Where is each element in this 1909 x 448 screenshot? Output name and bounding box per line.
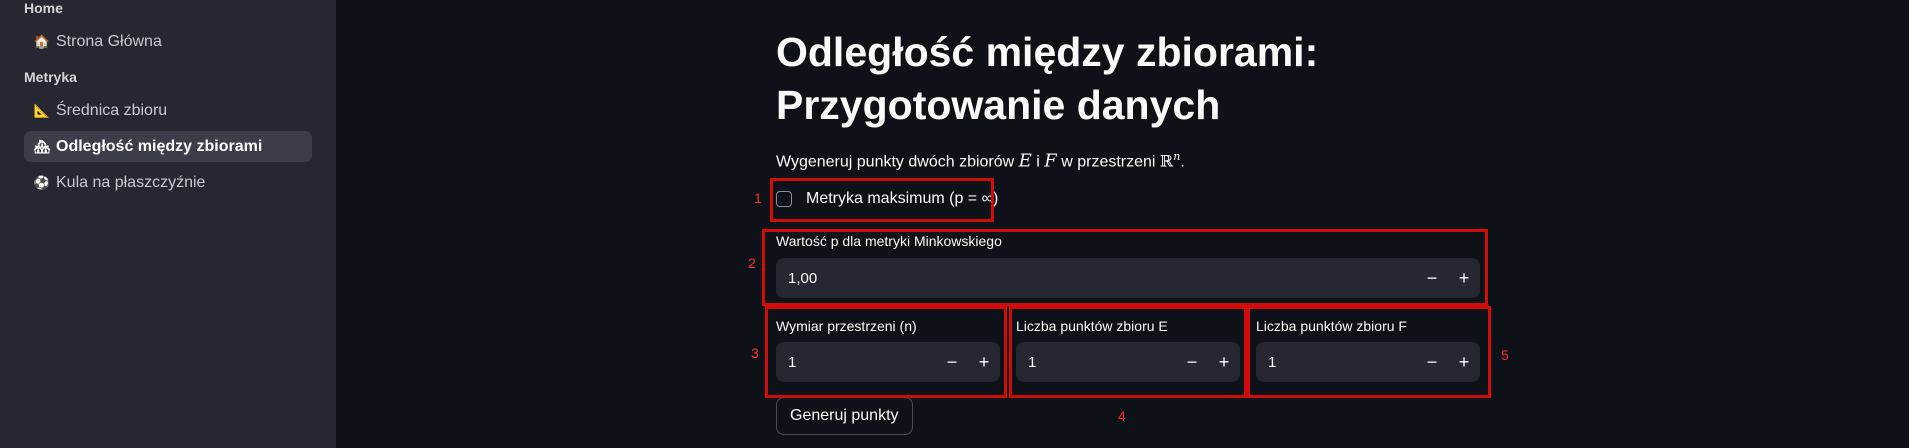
- page-title-line2: Przygotowanie danych: [776, 82, 1221, 128]
- intro-space-symbol: ℝ: [1159, 151, 1174, 171]
- page-title-line1: Odległość między zbiorami:: [776, 29, 1319, 75]
- intro-var-e: E: [1018, 150, 1032, 172]
- max-metric-checkbox-row[interactable]: Metryka maksimum (p = ∞): [776, 190, 998, 208]
- main-content: Odległość między zbiorami: Przygotowanie…: [0, 0, 1909, 448]
- intro-mid: w przestrzeni: [1061, 153, 1156, 171]
- annotation-number-3: 3: [751, 345, 759, 361]
- count-e-increment-button[interactable]: +: [1208, 342, 1240, 382]
- count-e-value[interactable]: 1: [1016, 354, 1176, 371]
- dimension-input[interactable]: 1 − +: [776, 342, 1000, 382]
- p-decrement-button[interactable]: −: [1416, 258, 1448, 298]
- max-metric-checkbox[interactable]: [776, 191, 792, 207]
- dimension-decrement-button[interactable]: −: [936, 342, 968, 382]
- count-f-value[interactable]: 1: [1256, 354, 1416, 371]
- count-f-increment-button[interactable]: +: [1448, 342, 1480, 382]
- annotation-number-1: 1: [754, 190, 762, 206]
- intro-text: Wygeneruj punkty dwóch zbiorów E i F w p…: [776, 150, 1185, 171]
- intro-and: i: [1036, 153, 1040, 171]
- annotation-number-2: 2: [748, 255, 756, 271]
- intro-var-f: F: [1044, 150, 1057, 172]
- count-e-field-label: Liczba punktów zbioru E: [1016, 318, 1168, 334]
- annotation-number-4: 4: [1118, 408, 1126, 424]
- annotation-number-5: 5: [1501, 347, 1509, 363]
- intro-prefix: Wygeneruj punkty dwóch zbiorów: [776, 153, 1015, 171]
- dimension-field-label: Wymiar przestrzeni (n): [776, 318, 917, 334]
- intro-end: .: [1180, 153, 1185, 171]
- p-increment-button[interactable]: +: [1448, 258, 1480, 298]
- count-e-decrement-button[interactable]: −: [1176, 342, 1208, 382]
- dimension-value[interactable]: 1: [776, 354, 936, 371]
- count-f-input[interactable]: 1 − +: [1256, 342, 1480, 382]
- count-e-input[interactable]: 1 − +: [1016, 342, 1240, 382]
- dimension-increment-button[interactable]: +: [968, 342, 1000, 382]
- page-title: Odległość między zbiorami: Przygotowanie…: [776, 26, 1396, 132]
- p-field-label: Wartość p dla metryki Minkowskiego: [776, 233, 1002, 249]
- generate-points-button[interactable]: Generuj punkty: [776, 397, 913, 435]
- count-f-decrement-button[interactable]: −: [1416, 342, 1448, 382]
- p-value-input[interactable]: 1,00 − +: [776, 258, 1480, 298]
- max-metric-checkbox-label: Metryka maksimum (p = ∞): [806, 190, 999, 207]
- p-value-text[interactable]: 1,00: [776, 270, 1416, 287]
- count-f-field-label: Liczba punktów zbioru F: [1256, 318, 1407, 334]
